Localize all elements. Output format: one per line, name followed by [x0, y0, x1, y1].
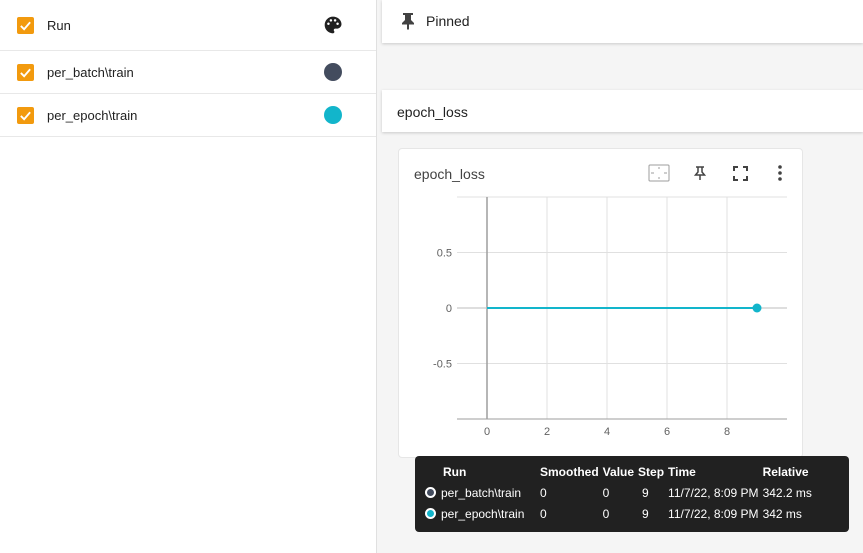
tooltip-header-relative: Relative	[762, 465, 809, 479]
tooltip-time: 11/7/22, 8:09 PM	[668, 485, 759, 500]
run-color-swatch[interactable]	[324, 106, 342, 124]
series-color-dot	[425, 486, 436, 498]
run-label: per_epoch\train	[47, 107, 138, 123]
tooltip-header-time: Time	[668, 465, 696, 479]
chart-tooltip: Run Smoothed Value Step Time Relative pe…	[415, 456, 849, 532]
checkmark-icon	[20, 21, 31, 31]
run-row[interactable]: per_epoch\train	[0, 94, 376, 137]
run-row[interactable]: per_batch\train	[0, 51, 376, 94]
tooltip-row: per_batch\train 0 0 9 11/7/22, 8:09 PM 3…	[423, 482, 816, 503]
card-group-header[interactable]: epoch_loss	[382, 90, 863, 132]
checkmark-icon	[20, 68, 31, 78]
runs-header-label: Run	[47, 17, 71, 33]
tooltip-value: 0	[602, 506, 610, 521]
tooltip-header-step: Step	[638, 465, 665, 479]
run-checkbox[interactable]	[17, 106, 34, 124]
y-tick-label: -0.5	[433, 359, 452, 371]
scalar-card: epoch_loss 0.5 0 -0.5 0 2 4 6 8	[398, 148, 803, 458]
checkmark-icon	[20, 111, 31, 121]
y-tick-label: 0.5	[437, 248, 452, 260]
tooltip-run: per_batch\train	[441, 485, 522, 500]
tooltip-smoothed: 0	[540, 485, 547, 500]
tooltip-relative: 342.2 ms	[762, 485, 812, 500]
runs-header-row: Run	[0, 0, 376, 51]
group-title: epoch_loss	[397, 104, 468, 120]
tooltip-step: 9	[642, 506, 649, 521]
run-checkbox[interactable]	[17, 63, 34, 81]
pinned-section-header[interactable]: Pinned	[382, 0, 863, 43]
tooltip-step: 9	[642, 485, 649, 500]
tooltip-smoothed: 0	[540, 506, 547, 521]
tooltip-header-value: Value	[602, 465, 635, 479]
tooltip-header-run: Run	[443, 465, 467, 479]
pin-icon	[402, 13, 414, 30]
highlight-point	[752, 303, 762, 313]
run-label: per_batch\train	[47, 64, 134, 80]
tooltip-table: Run Smoothed Value Step Time Relative pe…	[423, 464, 816, 524]
tooltip-value: 0	[602, 485, 610, 500]
tooltip-time: 11/7/22, 8:09 PM	[668, 506, 759, 521]
pinned-title: Pinned	[426, 13, 470, 29]
series-color-dot	[425, 507, 436, 519]
run-color-swatch[interactable]	[324, 63, 342, 81]
x-tick-label: 2	[544, 426, 550, 438]
x-tick-label: 8	[724, 426, 730, 438]
x-tick-label: 0	[484, 426, 490, 438]
palette-icon[interactable]	[323, 15, 343, 35]
runs-panel: Run per_batch\train per_epoch\train	[0, 0, 377, 553]
tooltip-run: per_epoch\train	[441, 506, 525, 521]
tooltip-header-smoothed: Smoothed	[540, 465, 599, 479]
y-tick-label: 0	[446, 303, 452, 315]
tooltip-relative: 342 ms	[762, 506, 802, 521]
x-tick-label: 4	[604, 426, 610, 438]
select-all-checkbox[interactable]	[17, 16, 34, 34]
line-chart[interactable]: 0.5 0 -0.5 0 2 4 6 8	[399, 149, 804, 459]
tooltip-row: per_epoch\train 0 0 9 11/7/22, 8:09 PM 3…	[423, 503, 816, 524]
x-tick-label: 6	[664, 426, 670, 438]
